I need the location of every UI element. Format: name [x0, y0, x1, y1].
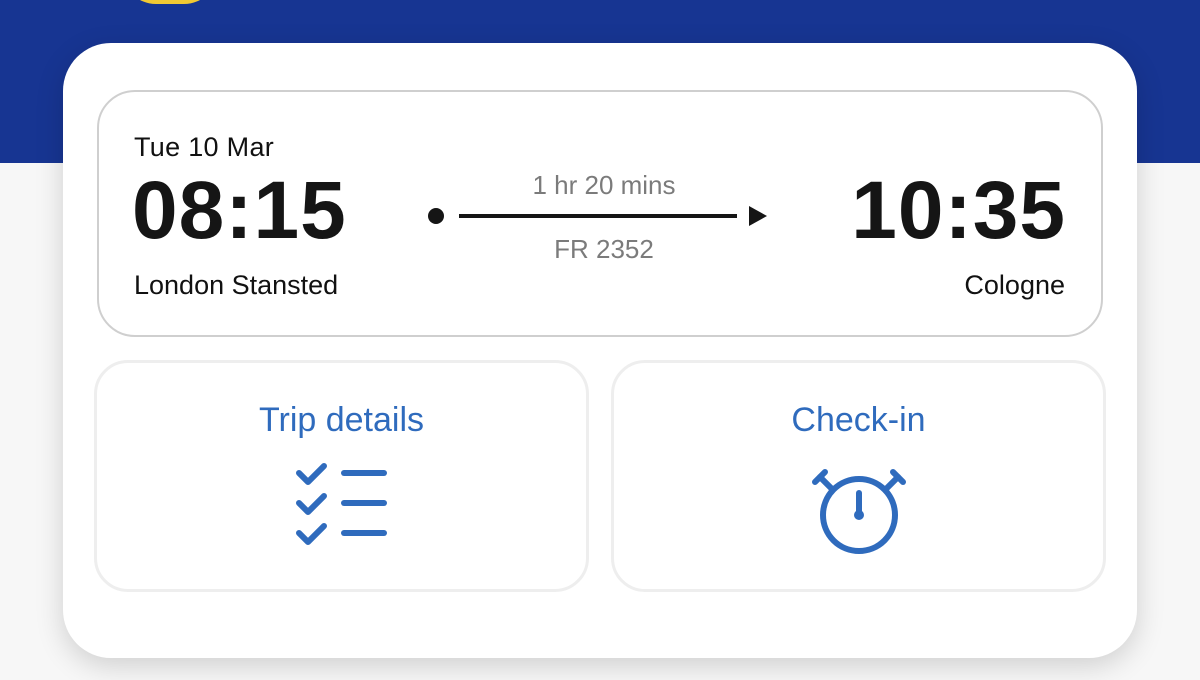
page: Tue 10 Mar 08:15 London Stansted 1 hr 20…: [0, 0, 1200, 680]
trip-details-button[interactable]: Trip details: [94, 360, 589, 592]
stopwatch-icon: [811, 469, 906, 554]
arrival-time: 10:35: [851, 165, 1066, 256]
checklist-icon: [295, 463, 387, 545]
flight-date: Tue 10 Mar: [134, 132, 275, 162]
flight-duration: 1 hr 20 mins: [532, 170, 676, 200]
departure-airport: London Stansted: [134, 270, 339, 300]
arrival-airport: Cologne: [964, 270, 1065, 300]
flight-summary[interactable]: Tue 10 Mar 08:15 London Stansted 1 hr 20…: [97, 90, 1103, 337]
departure-time: 08:15: [132, 165, 347, 256]
check-in-label: Check-in: [791, 401, 926, 439]
flight-number: FR 2352: [554, 234, 654, 264]
check-in-button[interactable]: Check-in: [611, 360, 1106, 592]
trip-details-label: Trip details: [258, 401, 425, 439]
route-line-icon: [428, 206, 767, 226]
booking-card: Tue 10 Mar 08:15 London Stansted 1 hr 20…: [63, 43, 1137, 658]
